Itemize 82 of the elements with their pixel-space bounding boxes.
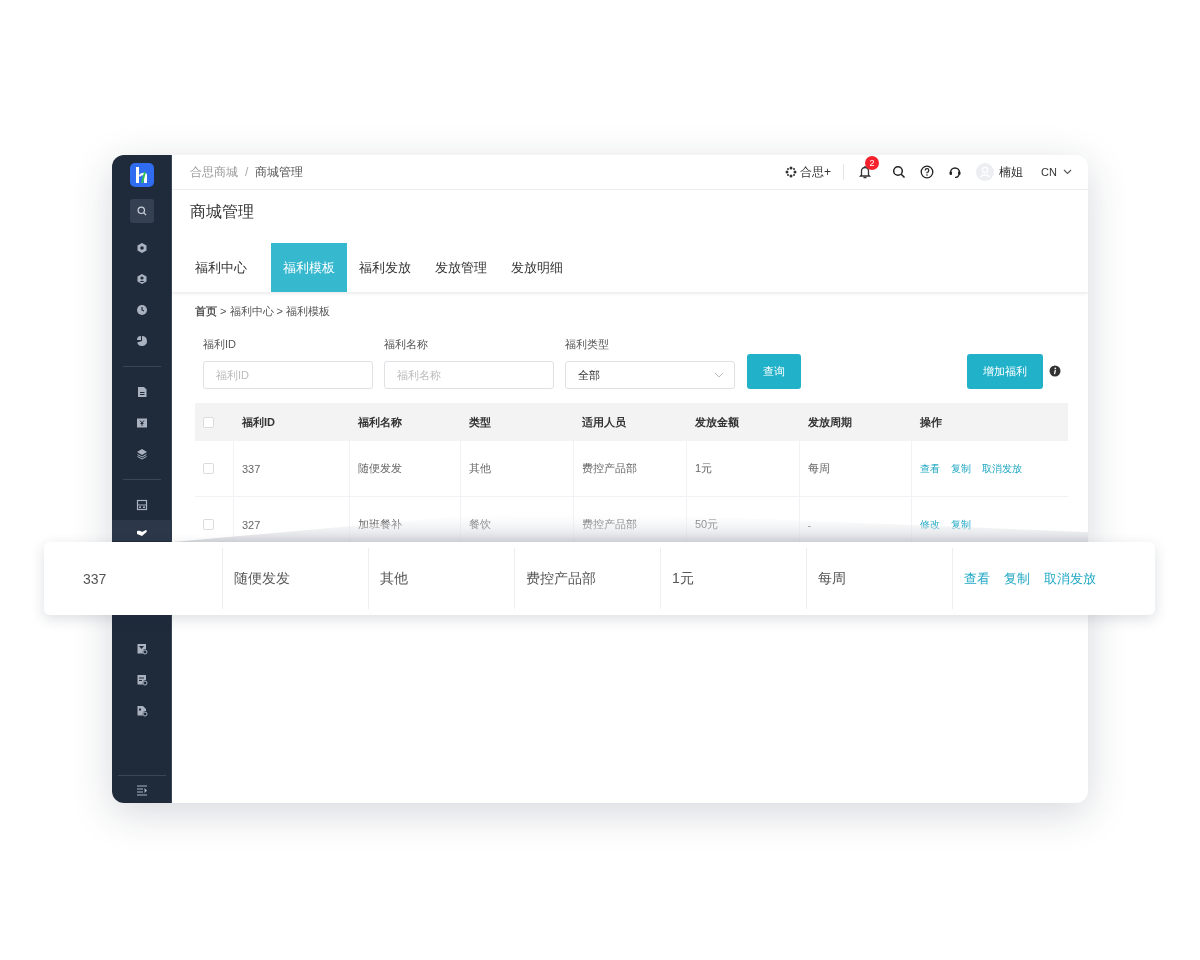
action-link[interactable]: 复制 bbox=[951, 517, 972, 532]
action-link[interactable]: 取消发放 bbox=[982, 461, 1023, 476]
document-gear-icon bbox=[135, 704, 148, 717]
checkbox[interactable] bbox=[203, 519, 214, 530]
brand-link[interactable]: 合思+ bbox=[800, 163, 832, 181]
table-cell: 337 bbox=[241, 462, 261, 475]
help-icon[interactable] bbox=[920, 165, 935, 179]
layers-icon bbox=[135, 447, 148, 460]
notification-badge: 2 bbox=[865, 156, 880, 170]
table-cell: 随便发发 bbox=[234, 569, 290, 588]
table-cell: 餐饮 bbox=[469, 517, 492, 532]
document-gear-icon bbox=[135, 673, 148, 686]
table-cell: 费控产品部 bbox=[526, 569, 596, 588]
tab[interactable]: 福利中心 bbox=[190, 243, 259, 292]
page-title: 商城管理 bbox=[190, 202, 255, 222]
table-cell: 1元 bbox=[694, 461, 712, 476]
field-label: 福利类型 bbox=[565, 337, 610, 352]
table-cell: 50元 bbox=[694, 517, 719, 532]
action-link[interactable]: 复制 bbox=[951, 461, 972, 476]
table-cell: 每周 bbox=[818, 569, 846, 588]
table-cell: 其他 bbox=[469, 461, 492, 476]
user-name[interactable]: 楠姐 bbox=[999, 163, 1024, 181]
column-header: 适用人员 bbox=[582, 414, 627, 430]
input-field[interactable]: 福利ID bbox=[203, 361, 373, 389]
column-header: 操作 bbox=[920, 414, 943, 430]
yen-icon bbox=[135, 416, 148, 429]
select-field[interactable]: 全部 bbox=[565, 361, 735, 389]
sidebar-item[interactable] bbox=[112, 520, 172, 541]
checkbox[interactable] bbox=[203, 463, 214, 474]
tab[interactable]: 发放管理 bbox=[423, 243, 499, 292]
search-icon[interactable] bbox=[892, 165, 907, 179]
breadcrumb-link[interactable]: 商城管理 bbox=[255, 163, 304, 181]
action-link[interactable]: 修改 bbox=[920, 517, 941, 532]
menu-icon[interactable] bbox=[135, 783, 148, 796]
add-button[interactable]: 增加福利 bbox=[967, 354, 1043, 389]
table-cell: 每周 bbox=[807, 461, 830, 476]
user-icon bbox=[135, 272, 148, 285]
bell-icon[interactable] bbox=[858, 165, 873, 179]
hexagon-icon bbox=[135, 241, 148, 254]
logo bbox=[129, 163, 154, 187]
table-cell: 加班餐补 bbox=[357, 517, 402, 532]
column-header: 福利ID bbox=[241, 414, 275, 430]
action-link[interactable]: 查看 bbox=[920, 461, 941, 476]
breadcrumb-path: 首页 > 福利中心 > 福利模板 bbox=[195, 304, 332, 319]
headset-icon[interactable] bbox=[948, 165, 963, 179]
table-cell: - bbox=[807, 518, 812, 531]
column-header: 类型 bbox=[469, 414, 492, 430]
checkbox[interactable] bbox=[203, 416, 214, 428]
table-cell: 费控产品部 bbox=[582, 461, 638, 476]
table-cell: 费控产品部 bbox=[582, 517, 638, 532]
language-selector[interactable]: CN bbox=[1041, 166, 1072, 178]
action-link[interactable]: 查看 bbox=[964, 569, 990, 588]
chevron-down-icon bbox=[714, 372, 724, 378]
search-icon bbox=[136, 206, 147, 216]
breadcrumb-link[interactable]: 合思商城 bbox=[190, 163, 238, 181]
clock-icon bbox=[135, 303, 148, 316]
action-link[interactable]: 复制 bbox=[1004, 569, 1030, 588]
tab[interactable]: 福利发放 bbox=[347, 243, 423, 292]
column-header: 福利名称 bbox=[357, 414, 402, 430]
field-label: 福利名称 bbox=[384, 337, 429, 352]
pie-chart-icon bbox=[135, 334, 148, 347]
field-label: 福利ID bbox=[203, 337, 237, 352]
document-icon bbox=[135, 385, 148, 398]
layout-icon bbox=[135, 498, 148, 511]
chevron-down-icon bbox=[1063, 169, 1072, 175]
table-cell: 随便发发 bbox=[357, 461, 402, 476]
breadcrumb-separator: / bbox=[245, 165, 249, 179]
table-cell: 其他 bbox=[380, 569, 408, 588]
info-icon[interactable] bbox=[1049, 365, 1061, 377]
search-button[interactable] bbox=[129, 199, 154, 223]
filter-document-icon bbox=[135, 642, 148, 655]
tab[interactable]: 发放明细 bbox=[499, 243, 575, 292]
table-cell: 327 bbox=[241, 518, 261, 531]
query-button[interactable]: 查询 bbox=[747, 354, 801, 389]
column-header: 发放金额 bbox=[694, 414, 739, 430]
input-field[interactable]: 福利名称 bbox=[384, 361, 554, 389]
brand-icon bbox=[785, 166, 798, 178]
column-header: 发放周期 bbox=[807, 414, 852, 430]
action-link[interactable]: 取消发放 bbox=[1044, 569, 1096, 588]
tab[interactable]: 福利模板 bbox=[271, 243, 347, 292]
table-cell: 1元 bbox=[672, 569, 694, 588]
table-cell: 337 bbox=[83, 570, 107, 587]
